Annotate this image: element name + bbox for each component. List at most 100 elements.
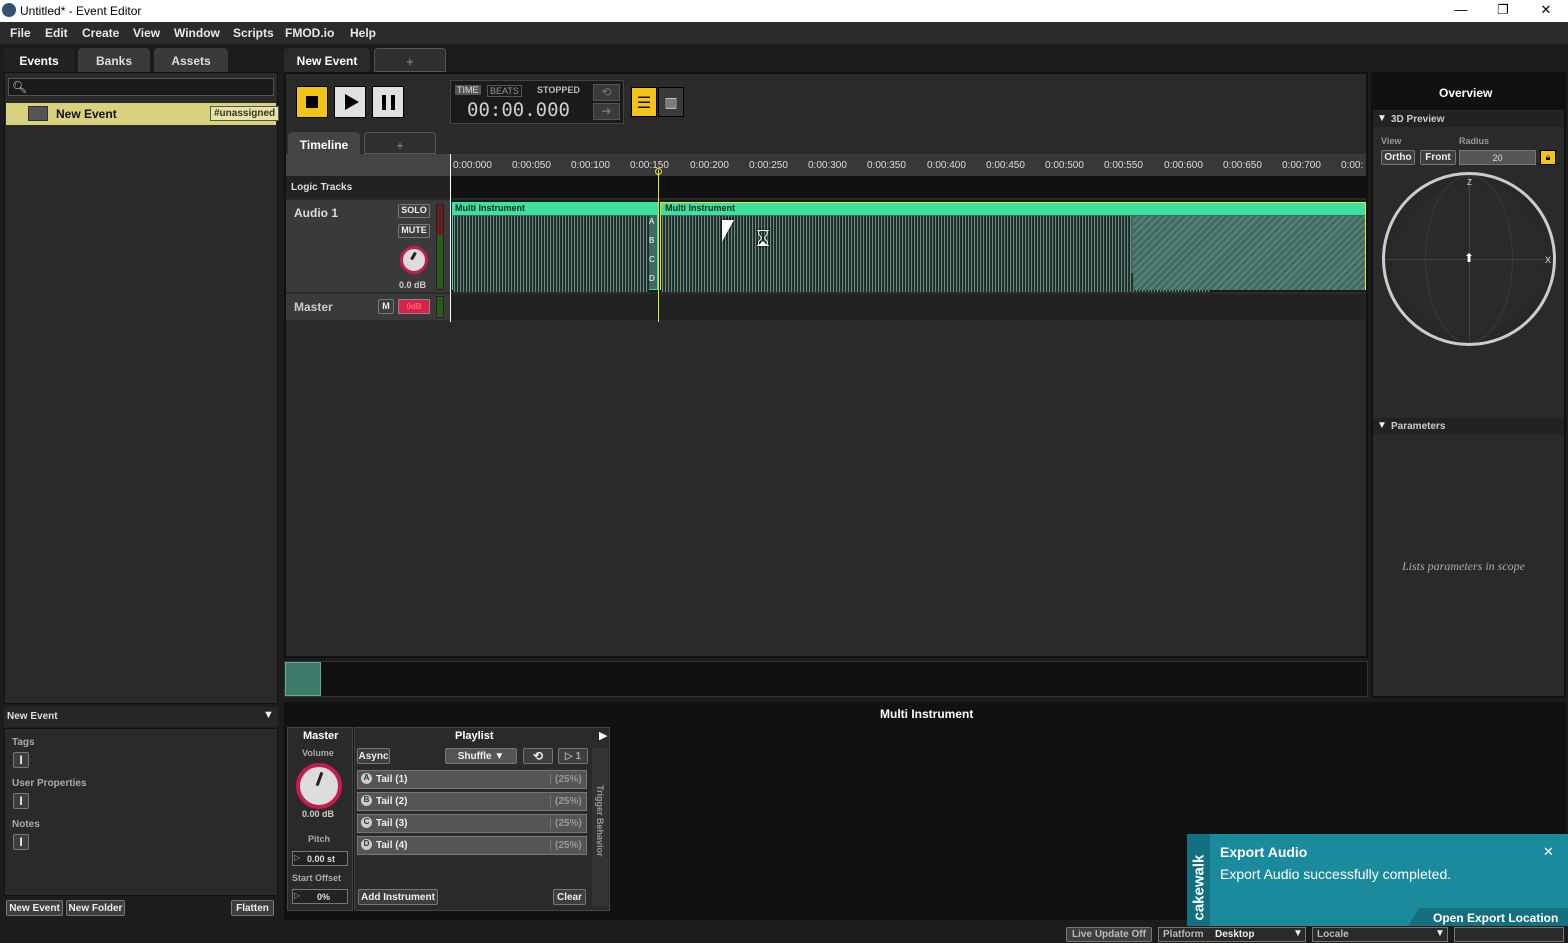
menu-scripts[interactable]: Scripts: [233, 26, 274, 40]
grid-view-icon[interactable]: ▥: [658, 87, 684, 117]
playlist-item[interactable]: B Tail (2) (25%): [357, 792, 587, 811]
3d-preview-panner[interactable]: Z X ⬆: [1382, 172, 1556, 346]
playlist-item[interactable]: C Tail (3) (25%): [357, 814, 587, 833]
playlist-item[interactable]: A Tail (1) (25%): [357, 770, 587, 789]
play-icon: [345, 94, 359, 110]
event-editor: TIME BEATS STOPPED 00:00.000 ⟲ ➜ ☰ ▥ Tim…: [284, 72, 1368, 658]
track-volume-knob[interactable]: [400, 246, 428, 274]
properties-header[interactable]: New Event ▼: [4, 707, 278, 727]
multi-instrument-region-1[interactable]: Multi Instrument A B C D: [452, 202, 658, 292]
listener-arrow-icon[interactable]: ⬆: [1464, 251, 1474, 265]
tags-edit-icon[interactable]: I: [13, 752, 29, 768]
audio-track-lane[interactable]: Multi Instrument A B C D Multi Instrumen…: [450, 200, 1366, 292]
playhead-handle[interactable]: [655, 168, 662, 175]
3d-preview-header[interactable]: ▼ 3D Preview: [1373, 111, 1564, 127]
add-sheet-button[interactable]: +: [364, 132, 436, 154]
time-ruler[interactable]: 0:00:000 0:00:050 0:00:100 0:00:150 0:00…: [450, 154, 1366, 176]
mute-button[interactable]: MUTE: [398, 224, 430, 238]
ruler-tick: 0:00:: [1341, 160, 1364, 171]
start-offset-field[interactable]: 0%: [292, 889, 348, 904]
beats-mode-button[interactable]: BEATS: [487, 85, 522, 97]
user-properties-edit-icon[interactable]: I: [13, 793, 29, 809]
tab-events[interactable]: Events: [4, 48, 74, 72]
item-probability[interactable]: (25%): [550, 796, 582, 807]
expand-arrow-icon[interactable]: ▶: [599, 729, 607, 742]
loop-playlist-icon[interactable]: ⟲: [523, 748, 553, 764]
ruler-tick: 0:00:600: [1164, 160, 1203, 171]
async-button[interactable]: Async: [357, 748, 390, 764]
menu-create[interactable]: Create: [82, 26, 119, 40]
tab-new-event[interactable]: New Event: [284, 48, 370, 72]
follow-icon[interactable]: ➜: [593, 103, 620, 120]
toast-message: Export Audio successfully completed.: [1220, 866, 1452, 882]
add-tab-button[interactable]: +: [374, 48, 446, 72]
parameters-header[interactable]: ▼ Parameters: [1373, 418, 1564, 434]
start-offset-label: Start Offset: [292, 873, 342, 883]
toast-brand-strip: cakewalk: [1187, 834, 1210, 930]
master-mute-button[interactable]: M: [378, 299, 394, 314]
tab-assets[interactable]: Assets: [154, 48, 228, 72]
ortho-button[interactable]: Ortho: [1381, 150, 1415, 165]
item-key-icon: D: [361, 839, 372, 850]
search-input[interactable]: 🔍︎: [8, 78, 274, 96]
audio-track-header[interactable]: Audio 1 SOLO MUTE 0.0 dB: [286, 200, 450, 292]
lock-icon[interactable]: 🔒︎: [1540, 150, 1556, 165]
logic-track-lane[interactable]: [450, 176, 1366, 198]
status-field[interactable]: [1454, 927, 1564, 942]
restore-button[interactable]: ❐: [1488, 2, 1518, 20]
tab-banks[interactable]: Banks: [78, 48, 150, 72]
volume-knob[interactable]: [296, 763, 342, 809]
flatten-button[interactable]: Flatten: [231, 900, 274, 916]
close-window-button[interactable]: ✕: [1531, 2, 1561, 20]
waveform-a: [453, 216, 649, 235]
playhead[interactable]: [658, 170, 659, 322]
open-export-location-button[interactable]: Open Export Location: [1407, 908, 1568, 928]
menu-window[interactable]: Window: [174, 26, 220, 40]
radius-field[interactable]: 20: [1459, 150, 1536, 165]
navigator-viewport[interactable]: [285, 662, 321, 696]
pause-button[interactable]: [372, 86, 404, 118]
meter-fill: [437, 235, 443, 289]
item-name: Tail (3): [376, 818, 408, 829]
loop-icon[interactable]: ⟲: [593, 84, 620, 101]
list-view-icon[interactable]: ☰: [631, 87, 657, 117]
solo-button[interactable]: SOLO: [398, 204, 430, 218]
tab-timeline[interactable]: Timeline: [288, 132, 360, 154]
event-item[interactable]: New Event #unassigned: [6, 103, 280, 125]
item-probability[interactable]: (25%): [550, 840, 582, 851]
bank-badge[interactable]: #unassigned: [210, 106, 280, 121]
master-track-header[interactable]: Master M 0dB: [286, 294, 450, 320]
front-button[interactable]: Front: [1420, 150, 1456, 165]
new-event-button[interactable]: New Event: [6, 900, 63, 916]
stop-button[interactable]: [296, 86, 328, 118]
app-icon: [2, 3, 16, 17]
menu-view[interactable]: View: [133, 26, 160, 40]
play-count-field[interactable]: ▷ 1: [558, 748, 588, 764]
notes-edit-icon[interactable]: I: [13, 834, 29, 850]
menu-help[interactable]: Help: [350, 26, 376, 40]
play-button[interactable]: [334, 86, 366, 118]
master-track-lane[interactable]: [450, 294, 1366, 320]
item-probability[interactable]: (25%): [550, 818, 582, 829]
locale-select[interactable]: Locale ▼: [1312, 927, 1448, 942]
toast-close-button[interactable]: ✕: [1543, 844, 1554, 860]
menu-edit[interactable]: Edit: [45, 26, 68, 40]
item-name: Tail (2): [376, 796, 408, 807]
minimize-button[interactable]: —: [1446, 2, 1476, 20]
live-update-button[interactable]: Live Update Off: [1066, 927, 1152, 942]
clear-button[interactable]: Clear: [553, 889, 586, 905]
pitch-field[interactable]: 0.00 st: [292, 851, 348, 866]
playlist-item[interactable]: D Tail (4) (25%): [357, 836, 587, 855]
new-folder-button[interactable]: New Folder: [66, 900, 125, 916]
add-instrument-button[interactable]: Add Instrument: [358, 889, 438, 905]
timeline-navigator[interactable]: [284, 661, 1368, 697]
menu-file[interactable]: File: [10, 26, 31, 40]
parameters-label: Parameters: [1391, 421, 1446, 432]
track-name[interactable]: Audio 1: [294, 206, 338, 220]
trigger-behavior-tab[interactable]: Trigger Behavior: [592, 748, 608, 906]
shuffle-select[interactable]: Shuffle ▼: [445, 748, 517, 764]
platform-select[interactable]: Platform Desktop ▼: [1158, 927, 1306, 942]
time-mode-button[interactable]: TIME: [455, 85, 481, 95]
menu-fmodio[interactable]: FMOD.io: [285, 26, 334, 40]
item-probability[interactable]: (25%): [550, 774, 582, 785]
